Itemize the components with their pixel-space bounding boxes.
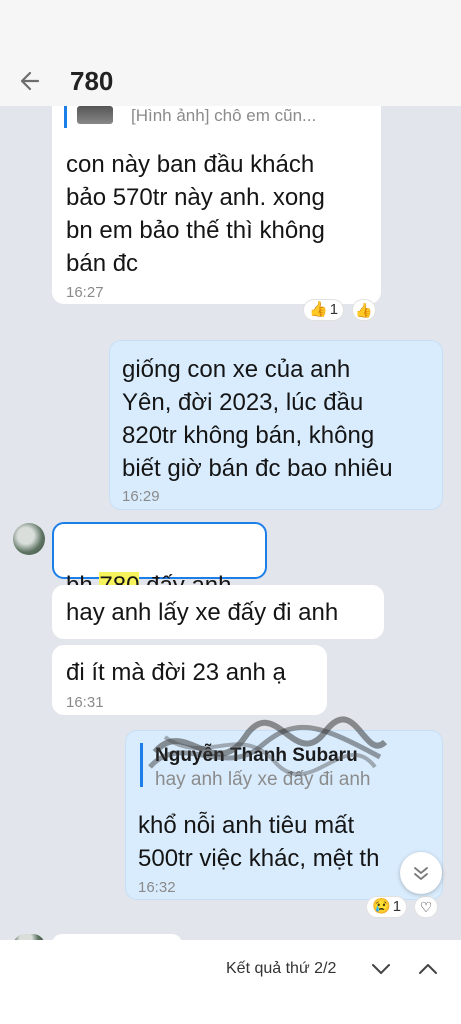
message-time: 16:29 <box>122 488 160 505</box>
quote-text: [Hình ảnh] chô em cũn... <box>131 106 317 125</box>
message-bubble-incoming[interactable]: hay anh lấy xe đấy đi anh <box>52 585 384 639</box>
message-time: 16:27 <box>66 284 104 301</box>
thumbs-up-icon: 👍 <box>309 301 328 318</box>
message-bubble-outgoing[interactable]: giống con xe của anh Yên, đời 2023, lúc … <box>109 340 443 510</box>
message-text: đi ít mà đời 23 anh ạ <box>66 659 286 686</box>
reaction-count: 1 <box>329 301 339 318</box>
message-text: con này ban đầu khách bảo 570tr này anh.… <box>66 151 325 277</box>
reply-quote[interactable]: [Hình ảnh] chô em cũn... <box>64 104 316 128</box>
chevron-down-icon <box>372 964 390 974</box>
message-bubble-incoming[interactable]: [Hình ảnh] chô em cũn... con này ban đầu… <box>52 90 381 304</box>
quote-image-thumbnail <box>77 106 113 124</box>
add-reaction-button[interactable]: 👍 <box>352 299 376 321</box>
reply-quote[interactable]: Nguyễn Thanh Subaru hay anh lấy xe đấy đ… <box>140 743 371 790</box>
double-chevron-down-icon <box>414 867 428 880</box>
thumbs-up-icon: 👍 <box>355 302 373 318</box>
message-text: giống con xe của anh Yên, đời 2023, lúc … <box>122 356 393 482</box>
next-result-button[interactable] <box>366 954 396 984</box>
heart-icon: ♡ <box>419 899 433 915</box>
quote-text: hay anh lấy xe đấy đi anh <box>155 769 371 790</box>
crying-face-icon: 😢 <box>372 898 391 915</box>
add-reaction-button[interactable]: ♡ <box>414 896 438 918</box>
back-arrow-icon[interactable] <box>14 64 48 98</box>
reaction-count: 1 <box>392 898 402 915</box>
search-result-count: Kết quả thứ 2/2 <box>226 960 337 977</box>
chat-header: 780 <box>0 0 461 106</box>
scroll-to-bottom-button[interactable] <box>400 852 442 894</box>
search-result-bar: Kết quả thứ 2/2 <box>0 940 461 1024</box>
message-bubble-outgoing[interactable]: Nguyễn Thanh Subaru hay anh lấy xe đấy đ… <box>125 730 443 900</box>
message-time: 16:32 <box>138 879 176 896</box>
sender-avatar[interactable] <box>13 523 45 555</box>
previous-result-button[interactable] <box>413 954 443 984</box>
quote-sender: Nguyễn Thanh Subaru <box>155 745 358 766</box>
message-bubble-incoming-search-hit[interactable]: bh 780 đấy anh <box>52 522 267 599</box>
message-text: khổ nỗi anh tiêu mất 500tr việc khác, mệ… <box>138 812 380 872</box>
reaction-chip[interactable]: 👍 1 <box>303 299 345 321</box>
message-bubble-incoming[interactable]: đi ít mà đời 23 anh ạ 16:31 <box>52 645 327 715</box>
chevron-up-icon <box>419 964 437 974</box>
chat-title: 780 <box>70 66 114 96</box>
message-time: 16:31 <box>66 694 104 711</box>
message-text: hay anh lấy xe đấy đi anh <box>66 599 339 626</box>
reaction-chip[interactable]: 😢 1 <box>366 896 408 918</box>
